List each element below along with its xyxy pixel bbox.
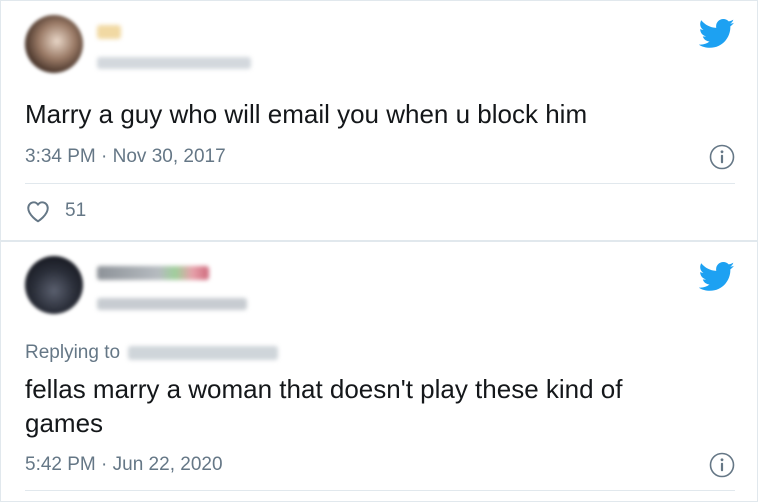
replying-to: Replying to bbox=[25, 342, 279, 364]
tweet-text: Marry a guy who will email you when u bl… bbox=[25, 99, 588, 129]
like-count: 51 bbox=[65, 200, 87, 221]
username-redacted[interactable] bbox=[97, 57, 251, 69]
tweet-card-2: Replying to fellas marry a woman that do… bbox=[0, 241, 758, 502]
avatar[interactable] bbox=[25, 256, 83, 314]
tweet-timestamp[interactable]: 5:42 PM · Jun 22, 2020 bbox=[25, 454, 223, 476]
replying-to-label: Replying to bbox=[25, 342, 121, 363]
display-name-redacted[interactable] bbox=[97, 25, 121, 39]
info-icon[interactable] bbox=[709, 144, 735, 170]
tweet-timestamp[interactable]: 3:34 PM · Nov 30, 2017 bbox=[25, 146, 226, 168]
heart-icon[interactable] bbox=[25, 199, 51, 223]
display-name-redacted[interactable] bbox=[97, 266, 209, 280]
divider bbox=[25, 490, 735, 491]
username-redacted[interactable] bbox=[97, 298, 247, 310]
info-icon[interactable] bbox=[709, 452, 735, 478]
tweet-text: fellas marry a woman that doesn't play t… bbox=[25, 372, 735, 440]
tweet-text-line-2: games bbox=[25, 408, 104, 438]
twitter-bird-icon[interactable] bbox=[699, 19, 735, 49]
twitter-bird-icon[interactable] bbox=[699, 262, 735, 292]
divider bbox=[25, 183, 735, 184]
tweet-card-1: Marry a guy who will email you when u bl… bbox=[0, 0, 758, 241]
tweet-text-line-1: fellas marry a woman that doesn't play t… bbox=[25, 374, 623, 404]
like-action[interactable]: 51 bbox=[25, 199, 86, 223]
reply-handle-redacted[interactable] bbox=[128, 346, 279, 360]
avatar[interactable] bbox=[25, 15, 83, 73]
